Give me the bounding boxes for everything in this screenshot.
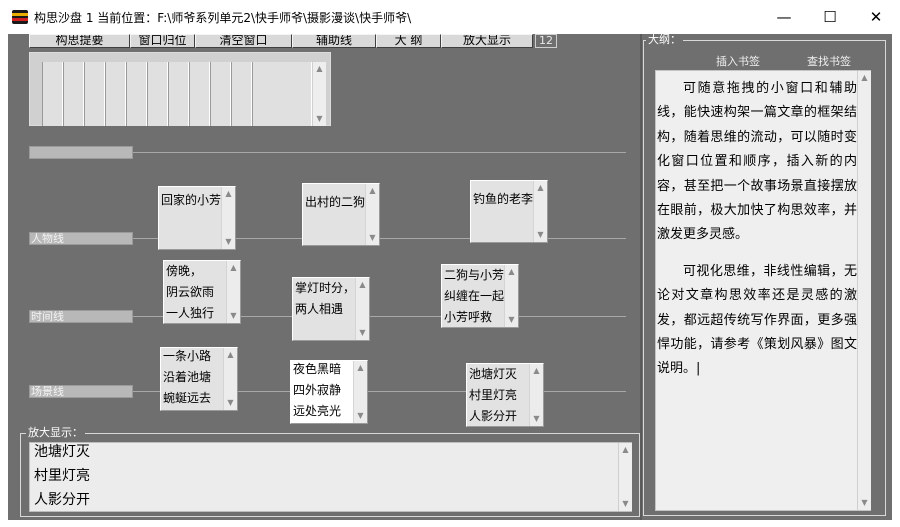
card-character-1[interactable]: 回家的小芳 ▲ ▼ <box>158 186 236 250</box>
card-scene-1[interactable]: 一条小路 沿着池塘 蜿蜒远去 ▲ ▼ <box>160 347 238 411</box>
card-text[interactable]: 回家的小芳 <box>161 190 221 211</box>
outline-button[interactable]: 大 纲 <box>376 34 441 48</box>
card-scrollbar[interactable]: ▲ ▼ <box>533 181 547 242</box>
find-bookmark-button[interactable]: 查找书签 <box>807 53 851 69</box>
outline-scrollbar[interactable]: ▲ ▼ <box>857 71 871 510</box>
strip-slot[interactable] <box>168 62 189 126</box>
scroll-up-icon[interactable]: ▲ <box>858 73 871 83</box>
scroll-down-icon[interactable]: ▼ <box>224 398 237 408</box>
card-scene-2[interactable]: 夜色黑暗 四外寂静 远处亮光 ▲ ▼ <box>290 360 368 424</box>
scroll-down-icon[interactable]: ▼ <box>858 498 871 508</box>
scroll-down-icon[interactable]: ▼ <box>354 411 367 421</box>
reset-windows-button[interactable]: 窗口归位 <box>130 34 195 48</box>
insert-bookmark-button[interactable]: 插入书签 <box>716 53 760 69</box>
scroll-down-icon[interactable]: ▼ <box>619 499 632 509</box>
scroll-up-icon[interactable]: ▲ <box>530 366 543 376</box>
scroll-up-icon[interactable]: ▲ <box>505 267 518 277</box>
lane-label-time[interactable]: 时间线 <box>29 310 133 323</box>
card-scrollbar[interactable]: ▲ ▼ <box>223 348 237 410</box>
strip-slot[interactable] <box>63 62 84 126</box>
scroll-down-icon[interactable]: ▼ <box>313 114 326 124</box>
card-character-3[interactable]: 钓鱼的老李 ▲ ▼ <box>470 180 548 243</box>
card-scrollbar[interactable]: ▲ ▼ <box>226 261 240 323</box>
outline-paragraph[interactable]: 可视化思维，非线性编辑，无论对文章构思效率还是灵感的激发，都远超传统写作界面，更… <box>657 260 857 382</box>
scroll-up-icon[interactable]: ▲ <box>354 363 367 373</box>
card-text[interactable]: 掌灯时分， 两人相遇 <box>295 278 355 320</box>
outline-text[interactable]: 可随意拖拽的小窗口和辅助线，能快速构架一篇文章的框架结构，随着思维的流动，可以随… <box>657 77 857 394</box>
card-text[interactable]: 夜色黑暗 四外寂静 远处亮光 <box>293 359 353 422</box>
pane-divider[interactable] <box>640 34 642 520</box>
scroll-up-icon[interactable]: ▲ <box>356 280 369 290</box>
scroll-up-icon[interactable]: ▲ <box>534 183 547 193</box>
strip-slot[interactable] <box>84 62 105 126</box>
scroll-up-icon[interactable]: ▲ <box>222 189 235 199</box>
strip-slot[interactable] <box>210 62 231 126</box>
scroll-up-icon[interactable]: ▲ <box>313 64 326 74</box>
magnify-scrollbar[interactable]: ▲ ▼ <box>618 443 632 511</box>
guide-line <box>133 152 626 153</box>
scroll-up-icon[interactable]: ▲ <box>227 263 240 273</box>
strip-slot[interactable] <box>42 62 63 126</box>
strip-slot[interactable] <box>189 62 210 126</box>
card-scene-3[interactable]: 池塘灯灭 村里灯亮 人影分开 ▲ ▼ <box>466 363 544 427</box>
scroll-down-icon[interactable]: ▼ <box>530 414 543 424</box>
card-text[interactable]: 池塘灯灭 村里灯亮 人影分开 <box>469 364 529 427</box>
scroll-down-icon[interactable]: ▼ <box>505 315 518 325</box>
close-button[interactable]: ✕ <box>853 0 899 34</box>
card-scrollbar[interactable]: ▲ ▼ <box>504 265 518 327</box>
card-character-2[interactable]: 出村的二狗 ▲ ▼ <box>302 183 380 246</box>
card-text[interactable]: 一条小路 沿着池塘 蜿蜒远去 <box>163 346 223 409</box>
scroll-down-icon[interactable]: ▼ <box>227 311 240 321</box>
card-scrollbar[interactable]: ▲ ▼ <box>365 184 379 245</box>
magnify-label: 放大显示： <box>26 426 85 439</box>
card-time-3[interactable]: 二狗与小芳 纠缠在一起 小芳呼救 ▲ ▼ <box>441 264 519 328</box>
scroll-down-icon[interactable]: ▼ <box>356 328 369 338</box>
maximize-button[interactable]: ☐ <box>807 0 853 34</box>
clear-windows-button[interactable]: 清空窗口 <box>195 34 292 48</box>
outline-paragraph[interactable]: 可随意拖拽的小窗口和辅助线，能快速构架一篇文章的框架结构，随着思维的流动，可以随… <box>657 77 857 248</box>
scroll-down-icon[interactable]: ▼ <box>222 237 235 247</box>
scroll-down-icon[interactable]: ▼ <box>366 233 379 243</box>
strip-scrollbar[interactable]: ▲ ▼ <box>312 62 326 126</box>
lane-label-scene[interactable]: 场景线 <box>29 385 133 398</box>
scroll-up-icon[interactable]: ▲ <box>366 186 379 196</box>
card-text[interactable]: 二狗与小芳 纠缠在一起 小芳呼救 <box>444 265 504 328</box>
strip-slot[interactable] <box>105 62 126 126</box>
magnify-button[interactable]: 放大显示 <box>441 34 533 48</box>
scroll-up-icon[interactable]: ▲ <box>224 350 237 360</box>
scroll-down-icon[interactable]: ▼ <box>534 230 547 240</box>
strip-slot[interactable] <box>126 62 147 126</box>
card-text[interactable]: 出村的二狗 <box>305 192 365 213</box>
card-scrollbar[interactable]: ▲ ▼ <box>353 361 367 423</box>
lane-label-character[interactable]: 人物线 <box>29 232 133 245</box>
card-time-1[interactable]: 傍晚， 阴云欲雨 一人独行 ▲ ▼ <box>163 260 241 324</box>
app-icon[interactable] <box>12 10 28 24</box>
card-text[interactable]: 傍晚， 阴云欲雨 一人独行 <box>166 261 226 324</box>
card-text[interactable]: 钓鱼的老李 <box>473 189 533 210</box>
scroll-up-icon[interactable]: ▲ <box>619 445 632 455</box>
card-scrollbar[interactable]: ▲ ▼ <box>355 278 369 340</box>
magnify-text[interactable]: 池塘灯灭 村里灯亮 人影分开 <box>34 440 90 512</box>
guide-handle[interactable] <box>29 146 133 159</box>
minimize-button[interactable]: — <box>761 0 807 34</box>
outline-label: 大纲： <box>646 33 683 46</box>
magnify-textarea[interactable] <box>29 442 632 512</box>
window-counter: 12 <box>535 34 557 48</box>
strip-slot[interactable] <box>231 62 252 126</box>
outline-summary-button[interactable]: 构思提要 <box>29 34 130 48</box>
card-time-2[interactable]: 掌灯时分， 两人相遇 ▲ ▼ <box>292 277 370 341</box>
strip-slot[interactable] <box>252 62 312 126</box>
window-title: 构思沙盘 1 当前位置：F:\师爷系列单元2\快手师爷\摄影漫谈\快手师爷\ <box>34 11 412 25</box>
guide-lines-button[interactable]: 辅助线 <box>292 34 376 48</box>
card-scrollbar[interactable]: ▲ ▼ <box>529 364 543 426</box>
strip-slot[interactable] <box>147 62 168 126</box>
card-scrollbar[interactable]: ▲ ▼ <box>221 187 235 249</box>
